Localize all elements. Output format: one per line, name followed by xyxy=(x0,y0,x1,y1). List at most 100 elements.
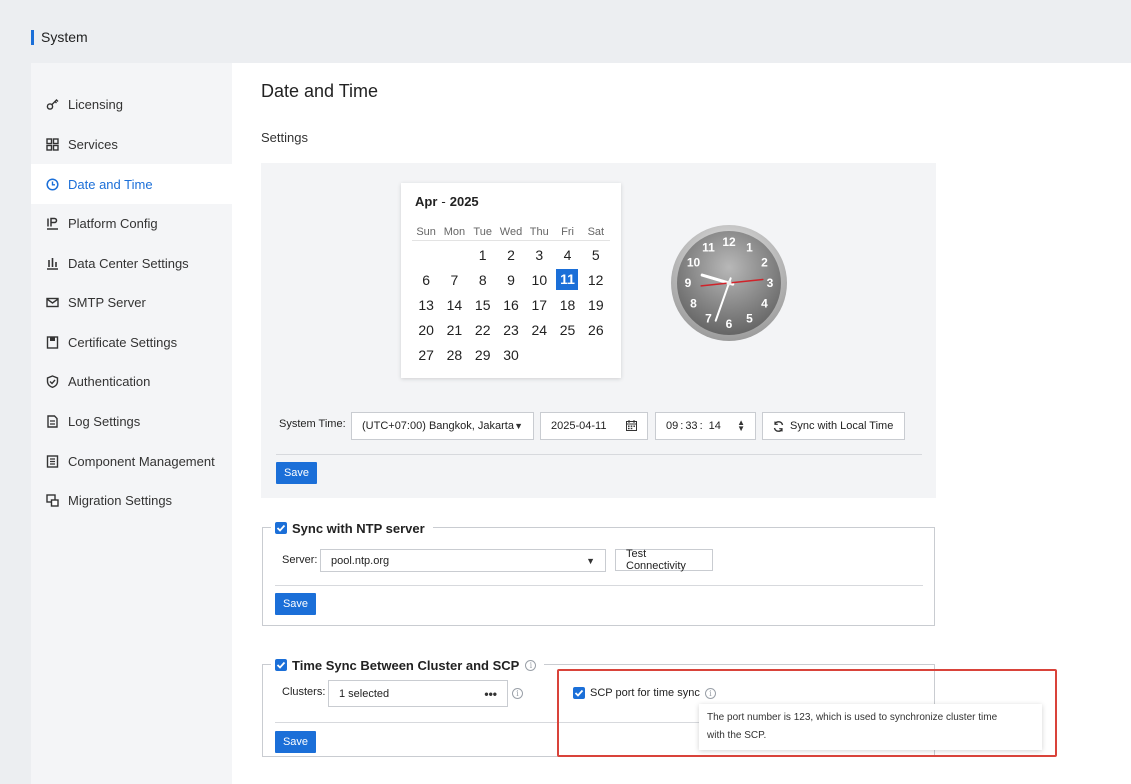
calendar-day[interactable]: 7 xyxy=(440,272,468,288)
clusters-value: 1 selected xyxy=(339,687,390,700)
calendar-day[interactable]: 9 xyxy=(497,272,525,288)
calendar-weekday: Tue xyxy=(473,225,492,238)
calendar-weekday-row: Sun Mon Tue Wed Thu Fri Sat xyxy=(412,223,610,241)
time-separator: : xyxy=(680,420,684,432)
sidebar-item-data-center-settings[interactable]: Data Center Settings xyxy=(31,243,232,283)
ip-icon xyxy=(46,217,59,230)
calendar-day[interactable]: 12 xyxy=(581,272,609,288)
calendar-year[interactable]: 2025 xyxy=(450,194,479,209)
ntp-checkbox[interactable] xyxy=(275,522,287,534)
page-section-title: System xyxy=(41,29,88,45)
ntp-server-select[interactable]: pool.ntp.org ▼ xyxy=(320,549,606,572)
clock-numeral: 8 xyxy=(690,297,697,311)
calendar-day[interactable]: 30 xyxy=(497,347,525,363)
calendar-month[interactable]: Apr xyxy=(415,194,437,209)
sidebar-item-label: Migration Settings xyxy=(68,492,173,508)
cluster-sync-legend-label: Time Sync Between Cluster and SCP xyxy=(292,657,520,673)
calendar-week-row: 6 7 8 9 10 11 12 xyxy=(412,267,610,292)
clock-numeral: 1 xyxy=(746,240,753,254)
calendar-day[interactable]: 24 xyxy=(525,322,553,338)
component-icon xyxy=(46,454,59,468)
divider xyxy=(275,585,923,586)
calendar-week-row: 27 28 29 30 xyxy=(412,342,610,367)
time-seconds[interactable]: 14 xyxy=(709,420,721,432)
info-icon[interactable]: i xyxy=(512,688,523,699)
sidebar-item-authentication[interactable]: Authentication xyxy=(31,361,232,401)
calendar-day[interactable]: 17 xyxy=(525,297,553,313)
clock-numeral: 11 xyxy=(702,240,715,254)
calendar-day[interactable]: 16 xyxy=(497,297,525,313)
migration-icon xyxy=(46,493,59,507)
calendar-day-selected[interactable]: 11 xyxy=(556,269,579,290)
save-system-time-button[interactable]: Save xyxy=(276,462,317,484)
calendar-day[interactable]: 29 xyxy=(469,347,497,363)
checkmark-icon xyxy=(276,524,286,532)
ntp-legend: Sync with NTP server xyxy=(271,518,433,538)
calendar-day[interactable]: 2 xyxy=(497,247,525,263)
sync-local-time-label: Sync with Local Time xyxy=(790,420,894,432)
calendar-day[interactable]: 1 xyxy=(469,247,497,263)
caret-down-icon: ▼ xyxy=(514,421,523,431)
timezone-select[interactable]: (UTC+07:00) Bangkok, Jakarta ▼ xyxy=(351,412,534,440)
sidebar-item-date-and-time[interactable]: Date and Time xyxy=(31,164,232,204)
sidebar-item-certificate-settings[interactable]: Certificate Settings xyxy=(31,322,232,362)
shield-icon xyxy=(46,374,59,388)
test-connectivity-button[interactable]: Test Connectivity xyxy=(615,548,713,572)
key-icon xyxy=(46,98,59,111)
sidebar-item-label: Data Center Settings xyxy=(68,255,189,271)
save-ntp-button[interactable]: Save xyxy=(275,593,316,615)
highlight-box xyxy=(557,669,1057,757)
calendar-day[interactable]: 23 xyxy=(497,322,525,338)
calendar-weekday: Thu xyxy=(529,225,549,238)
sidebar-item-smtp-server[interactable]: SMTP Server xyxy=(31,282,232,322)
sidebar-item-migration-settings[interactable]: Migration Settings xyxy=(31,480,232,520)
calendar-day[interactable]: 20 xyxy=(412,322,440,338)
calendar-day[interactable]: 22 xyxy=(469,322,497,338)
calendar: Apr -2025 Sun Mon Tue Wed Thu Fri Sat 1 2 3 4 5 6 7 8 9 1… xyxy=(401,183,621,378)
stepper-icon[interactable]: ▲ ▼ xyxy=(737,419,745,433)
calendar-day[interactable]: 28 xyxy=(440,347,468,363)
sync-local-time-button[interactable]: Sync with Local Time xyxy=(762,412,905,440)
calendar-day[interactable]: 14 xyxy=(440,297,468,313)
settings-section-label: Settings xyxy=(261,130,308,145)
sidebar-item-log-settings[interactable]: Log Settings xyxy=(31,401,232,441)
date-value: 2025-04-11 xyxy=(551,420,607,432)
time-separator: : xyxy=(699,420,703,432)
page-title: Date and Time xyxy=(261,81,379,101)
clock-numeral: 2 xyxy=(761,256,768,270)
sidebar-item-component-management[interactable]: Component Management xyxy=(31,441,232,481)
calendar-day[interactable]: 6 xyxy=(412,272,440,288)
save-cluster-sync-button[interactable]: Save xyxy=(275,731,316,753)
calendar-icon[interactable] xyxy=(626,419,637,433)
sidebar-item-label: Platform Config xyxy=(68,215,158,231)
calendar-day[interactable]: 21 xyxy=(440,322,468,338)
calendar-day[interactable]: 3 xyxy=(525,247,553,263)
time-hours[interactable]: 09 xyxy=(666,420,678,432)
clock-numeral: 5 xyxy=(746,312,753,326)
ntp-fieldset: Sync with NTP server Server: pool.ntp.or… xyxy=(262,518,935,626)
calendar-day[interactable]: 25 xyxy=(553,322,581,338)
calendar-day[interactable]: 18 xyxy=(553,297,581,313)
sidebar-item-label: Log Settings xyxy=(68,413,141,429)
clusters-select[interactable]: 1 selected ••• xyxy=(328,680,508,707)
info-icon[interactable]: i xyxy=(525,659,537,671)
calendar-day[interactable]: 15 xyxy=(469,297,497,313)
time-minutes[interactable]: 33 xyxy=(685,420,697,432)
calendar-day[interactable]: 8 xyxy=(469,272,497,288)
sidebar-item-platform-config[interactable]: Platform Config xyxy=(31,203,232,243)
sidebar-item-licensing[interactable]: Licensing xyxy=(31,84,232,124)
calendar-day[interactable]: 26 xyxy=(582,322,610,338)
calendar-weekday: Sun xyxy=(416,225,436,238)
calendar-day[interactable]: 19 xyxy=(582,297,610,313)
date-input[interactable]: 2025-04-11 xyxy=(540,412,648,440)
sidebar-item-services[interactable]: Services xyxy=(31,124,232,164)
calendar-day[interactable]: 27 xyxy=(412,347,440,363)
calendar-day[interactable]: 10 xyxy=(525,272,553,288)
time-input[interactable]: 09 : 33 : 14 ▲ ▼ xyxy=(655,412,756,440)
calendar-day[interactable]: 13 xyxy=(412,297,440,313)
calendar-day[interactable]: 4 xyxy=(553,247,581,263)
cluster-sync-checkbox[interactable] xyxy=(275,659,287,671)
clock-numeral: 12 xyxy=(722,235,736,249)
settings-panel: Apr -2025 Sun Mon Tue Wed Thu Fri Sat 1 2 3 4 5 6 7 8 9 1… xyxy=(261,163,936,498)
calendar-day[interactable]: 5 xyxy=(582,247,610,263)
